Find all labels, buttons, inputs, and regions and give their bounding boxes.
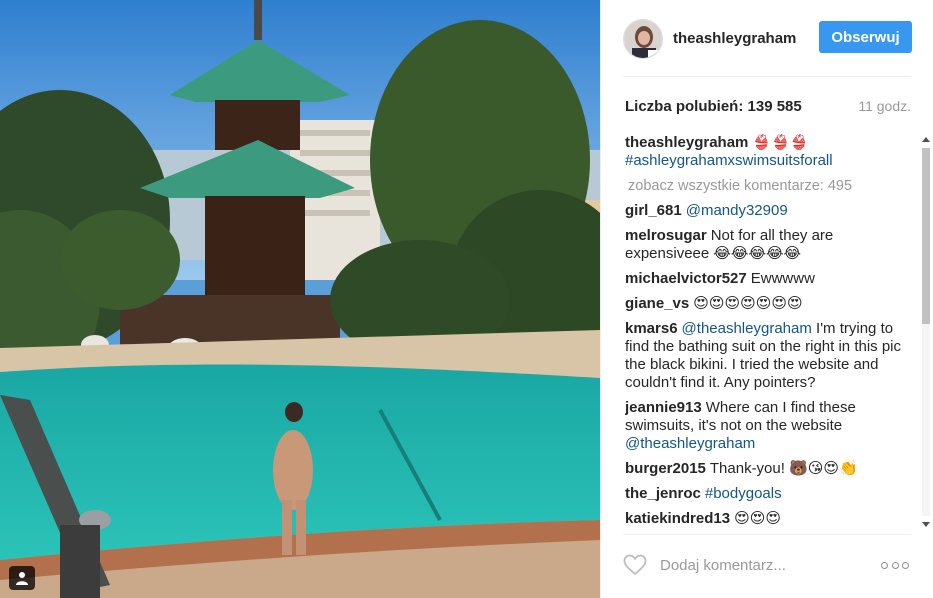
comment-username[interactable]: melrosugar — [625, 227, 707, 244]
comment-username[interactable]: kmars6 — [625, 320, 678, 337]
likes-row: Liczba polubień: 139 585 11 godz. — [625, 96, 911, 116]
comment-username[interactable]: katiekindred13 — [625, 510, 730, 527]
profile-picture-icon — [624, 19, 662, 58]
like-button[interactable] — [623, 554, 647, 576]
footer-divider — [623, 534, 911, 535]
add-comment-input[interactable] — [660, 550, 881, 580]
comment-item: kmars6 @theashleygraham I'm trying to fin… — [625, 320, 917, 392]
comment-username[interactable]: jeannie913 — [625, 399, 702, 416]
post-side-panel: theashleygraham Obserwuj Liczba polubień… — [600, 0, 933, 598]
more-dot — [891, 561, 899, 569]
comment-username[interactable]: giane_vs — [625, 295, 689, 312]
header-divider — [623, 76, 911, 77]
more-options-icon[interactable] — [881, 560, 909, 570]
scroll-thumb[interactable] — [922, 148, 930, 324]
user-tag-icon — [16, 572, 28, 585]
heart-outline-icon — [623, 554, 647, 576]
comment-mention[interactable]: @mandy32909 — [686, 202, 788, 219]
follow-button[interactable]: Obserwuj — [819, 21, 912, 53]
more-dot — [881, 561, 888, 569]
post-header: theashleygraham Obserwuj — [601, 0, 933, 77]
comment-username[interactable]: burger2015 — [625, 460, 706, 477]
scroll-down-arrow-icon[interactable] — [922, 522, 930, 527]
comment-username[interactable]: girl_681 — [625, 202, 682, 219]
comment-text: 😍😍😍😍😍😍😍 — [693, 295, 803, 312]
comment-bar — [623, 548, 915, 582]
comment-item: burger2015 Thank-you! 🐻😘😍👏 — [625, 460, 917, 478]
comment-mention[interactable]: @theashleygraham — [682, 320, 812, 337]
avatar[interactable] — [623, 18, 663, 59]
comment-text: 😍😍😍 — [734, 510, 781, 527]
comment-username[interactable]: michaelvictor527 — [625, 270, 747, 287]
header-username[interactable]: theashleygraham — [673, 30, 796, 47]
caption-hashtag[interactable]: #ashleygrahamxswimsuitsforall — [625, 152, 833, 169]
user-tag-button[interactable] — [9, 566, 35, 590]
caption: theashleygraham 👙👙👙 #ashleygrahamxswimsui… — [625, 134, 917, 170]
scroll-up-arrow-icon[interactable] — [922, 137, 930, 142]
view-all-comments-link[interactable]: zobacz wszystkie komentarze: 495 — [628, 177, 917, 195]
comment-text: Ewwwww — [750, 270, 815, 287]
comment-username[interactable]: the_jenroc — [625, 485, 701, 502]
caption-username[interactable]: theashleygraham — [625, 134, 748, 151]
comment-hashtag[interactable]: #bodygoals — [705, 485, 782, 502]
comment-item: michaelvictor527 Ewwwww — [625, 270, 917, 288]
comment-item: giane_vs 😍😍😍😍😍😍😍 — [625, 295, 917, 313]
comment-mention[interactable]: @theashleygraham — [625, 435, 755, 452]
more-dot — [902, 561, 909, 569]
comment-item: katiekindred13 😍😍😍 — [625, 510, 917, 528]
caption-emoji: 👙👙👙 — [752, 134, 809, 151]
comment-item: girl_681 @mandy32909 — [625, 202, 917, 220]
pool-scene-image — [0, 0, 600, 598]
comment-item: the_jenroc #bodygoals — [625, 485, 917, 503]
comment-item: melrosugar Not for all they are expensive… — [625, 227, 917, 263]
comments-scrollbar[interactable] — [919, 134, 933, 530]
comments-list[interactable]: theashleygraham 👙👙👙 #ashleygrahamxswimsui… — [625, 134, 917, 530]
post-timestamp[interactable]: 11 godz. — [858, 98, 911, 114]
post-photo[interactable] — [0, 0, 600, 598]
likes-count[interactable]: Liczba polubień: 139 585 — [625, 98, 802, 115]
comment-text: Thank-you! 🐻😘😍👏 — [709, 460, 858, 477]
comment-item: jeannie913 Where can I find these swimsui… — [625, 399, 917, 453]
